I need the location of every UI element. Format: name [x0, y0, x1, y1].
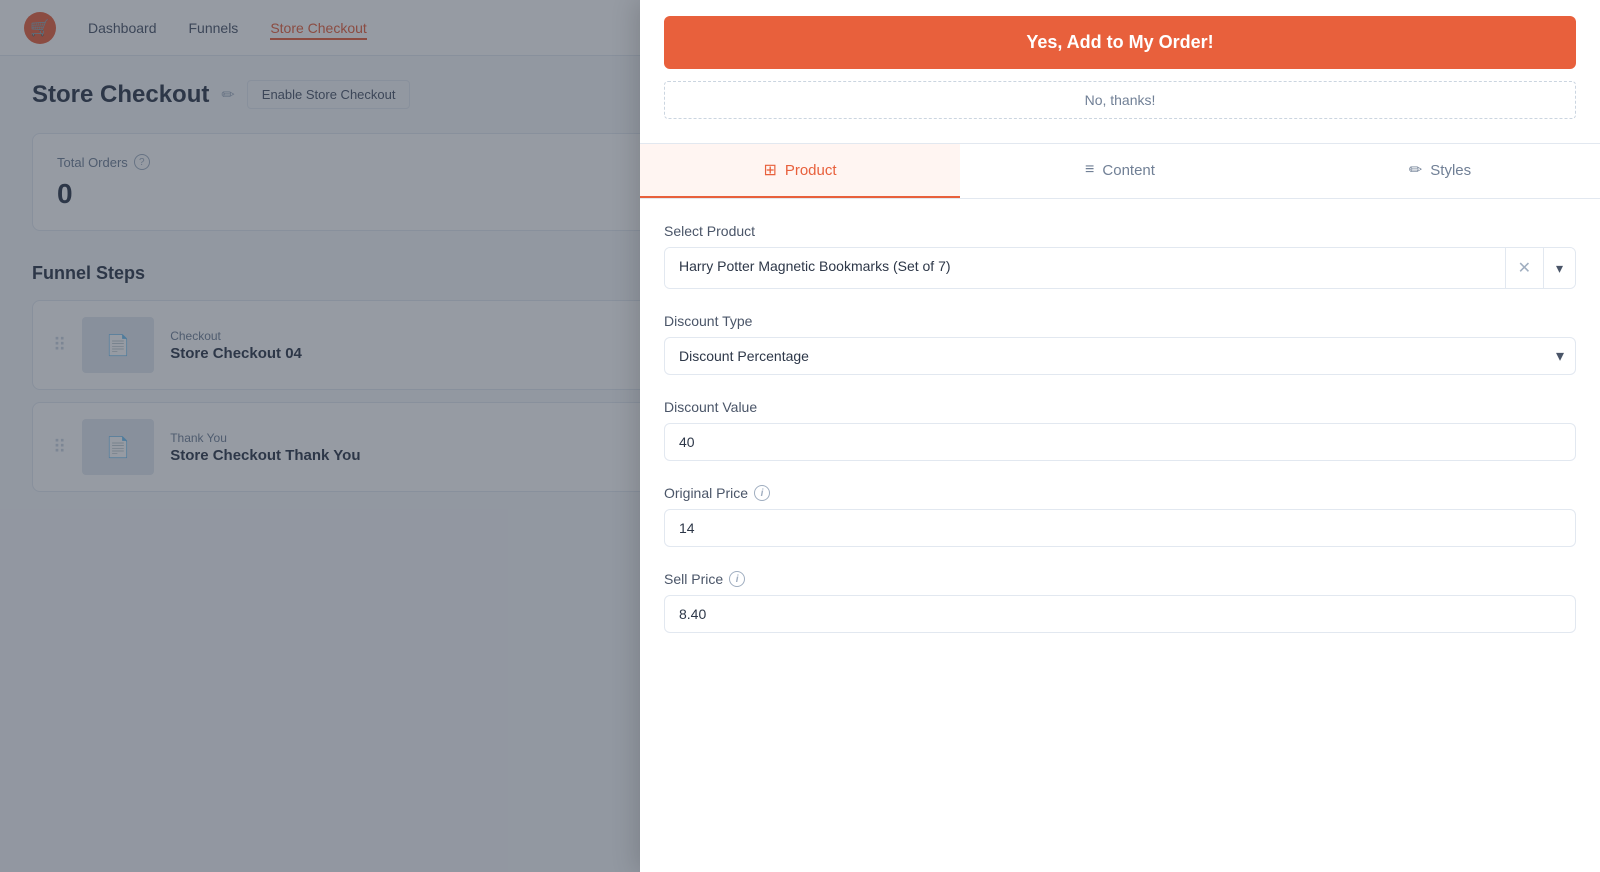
tabs-row: ⊞ Product ≡ Content ✏ Styles [640, 144, 1600, 199]
tab-content[interactable]: ≡ Content [960, 144, 1280, 198]
select-product-label: Select Product [664, 223, 1576, 239]
styles-tab-label: Styles [1430, 162, 1471, 179]
styles-tab-icon: ✏ [1409, 160, 1422, 180]
product-tab-label: Product [785, 162, 837, 179]
panel-form: Select Product Harry Potter Magnetic Boo… [640, 199, 1600, 681]
product-tab-icon: ⊞ [763, 160, 776, 180]
content-tab-icon: ≡ [1085, 161, 1094, 179]
no-thanks-text[interactable]: No, thanks! [664, 81, 1576, 119]
content-tab-label: Content [1102, 162, 1155, 179]
tab-styles[interactable]: ✏ Styles [1280, 144, 1600, 198]
sell-price-group: Sell Price i [664, 571, 1576, 633]
discount-value-group: Discount Value [664, 399, 1576, 461]
product-clear-button[interactable]: ✕ [1505, 248, 1543, 288]
discount-type-group: Discount Type Discount Percentage [664, 313, 1576, 375]
original-price-label: Original Price i [664, 485, 1576, 501]
sell-price-label: Sell Price i [664, 571, 1576, 587]
side-panel: ✕ Yes, Add to My Order! No, thanks! ⊞ Pr… [640, 0, 1600, 872]
sell-price-input[interactable] [664, 595, 1576, 633]
product-dropdown-button[interactable]: ▾ [1543, 248, 1575, 288]
select-product-group: Select Product Harry Potter Magnetic Boo… [664, 223, 1576, 289]
original-price-group: Original Price i [664, 485, 1576, 547]
selected-product-text: Harry Potter Magnetic Bookmarks (Set of … [665, 248, 1505, 288]
original-price-help-icon[interactable]: i [754, 485, 770, 501]
discount-value-input[interactable] [664, 423, 1576, 461]
discount-type-select[interactable]: Discount Percentage [664, 337, 1576, 375]
discount-type-label: Discount Type [664, 313, 1576, 329]
original-price-input[interactable] [664, 509, 1576, 547]
sell-price-help-icon[interactable]: i [729, 571, 745, 587]
tab-product[interactable]: ⊞ Product [640, 144, 960, 198]
product-select-row: Harry Potter Magnetic Bookmarks (Set of … [664, 247, 1576, 289]
add-to-order-button[interactable]: Yes, Add to My Order! [664, 16, 1576, 69]
cta-section: Yes, Add to My Order! No, thanks! [640, 0, 1600, 144]
discount-value-label: Discount Value [664, 399, 1576, 415]
discount-type-select-wrapper: Discount Percentage [664, 337, 1576, 375]
